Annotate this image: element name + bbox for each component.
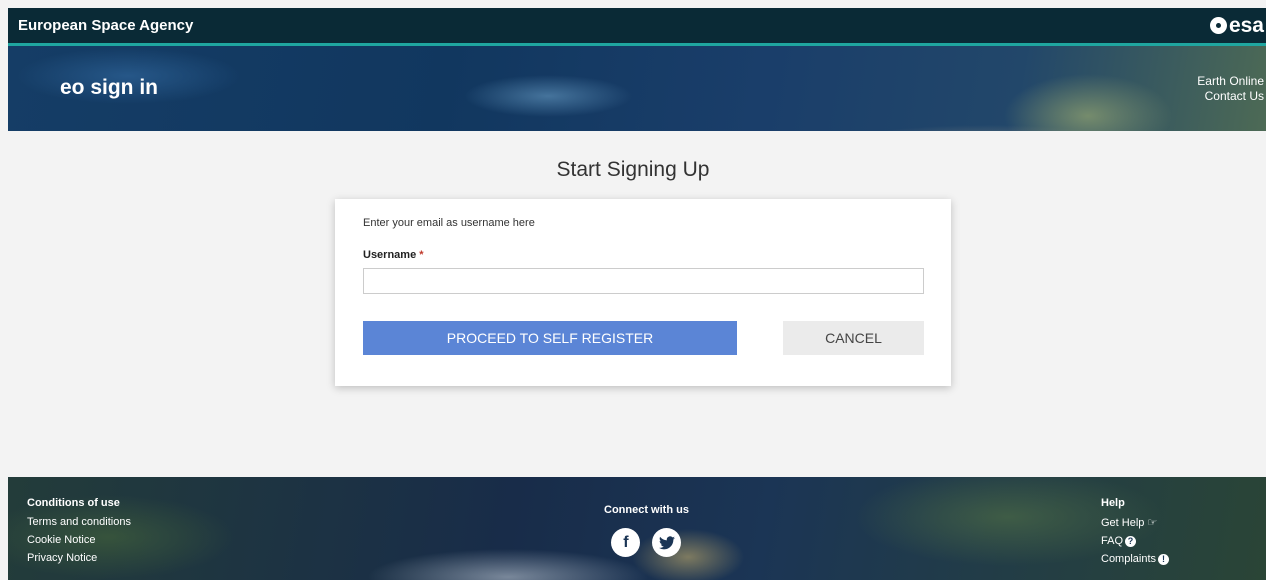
username-label-text: Username [363, 249, 417, 261]
complaints-link[interactable]: Complaints! [1101, 553, 1170, 565]
earth-online-link[interactable]: Earth Online [1197, 74, 1264, 89]
username-label: Username * [363, 249, 424, 261]
page-title: Start Signing Up [556, 158, 710, 181]
esa-logo-text: esa [1228, 13, 1264, 37]
esa-logo[interactable]: esa [1209, 13, 1266, 38]
esa-logo-icon [1209, 17, 1227, 34]
complaints-label: Complaints [1101, 553, 1157, 565]
privacy-notice-link[interactable]: Privacy Notice [27, 552, 131, 564]
signup-card: Enter your email as username here Userna… [335, 199, 951, 386]
exclamation-circle-icon: ! [1158, 553, 1170, 565]
cancel-button[interactable]: CANCEL [783, 321, 924, 355]
top-bar: European Space Agency esa [8, 8, 1266, 46]
footer: Conditions of use Terms and conditions C… [8, 477, 1266, 580]
contact-us-link[interactable]: Contact Us [1197, 89, 1264, 104]
get-help-label: Get Help [1101, 517, 1145, 529]
username-input[interactable] [363, 268, 924, 294]
header-banner: eo sign in Earth Online Contact Us [8, 46, 1266, 131]
connect-heading: Connect with us [604, 504, 689, 516]
faq-label: FAQ [1101, 535, 1124, 547]
faq-link[interactable]: FAQ? [1101, 535, 1169, 547]
cookie-notice-link[interactable]: Cookie Notice [27, 534, 131, 546]
get-help-link[interactable]: Get Help ☞ [1101, 516, 1169, 529]
pointing-hand-icon: ☞ [1147, 517, 1158, 529]
social-links: f [604, 528, 689, 557]
footer-connect: Connect with us f [604, 504, 689, 557]
agency-name[interactable]: European Space Agency [18, 17, 193, 34]
banner-title: eo sign in [60, 76, 159, 99]
question-circle-icon: ? [1125, 535, 1137, 547]
help-heading: Help [1101, 497, 1125, 509]
twitter-icon[interactable] [652, 528, 682, 557]
proceed-button[interactable]: PROCEED TO SELF REGISTER [363, 321, 737, 355]
facebook-icon[interactable]: f [611, 528, 641, 557]
terms-link[interactable]: Terms and conditions [27, 516, 131, 528]
footer-conditions: Conditions of use Terms and conditions C… [27, 497, 131, 570]
username-hint: Enter your email as username here [363, 217, 535, 229]
required-mark: * [419, 249, 424, 261]
banner-links: Earth Online Contact Us [1197, 74, 1264, 104]
footer-help: Help Get Help ☞ FAQ? Complaints! [1101, 497, 1170, 571]
conditions-heading: Conditions of use [27, 497, 120, 509]
